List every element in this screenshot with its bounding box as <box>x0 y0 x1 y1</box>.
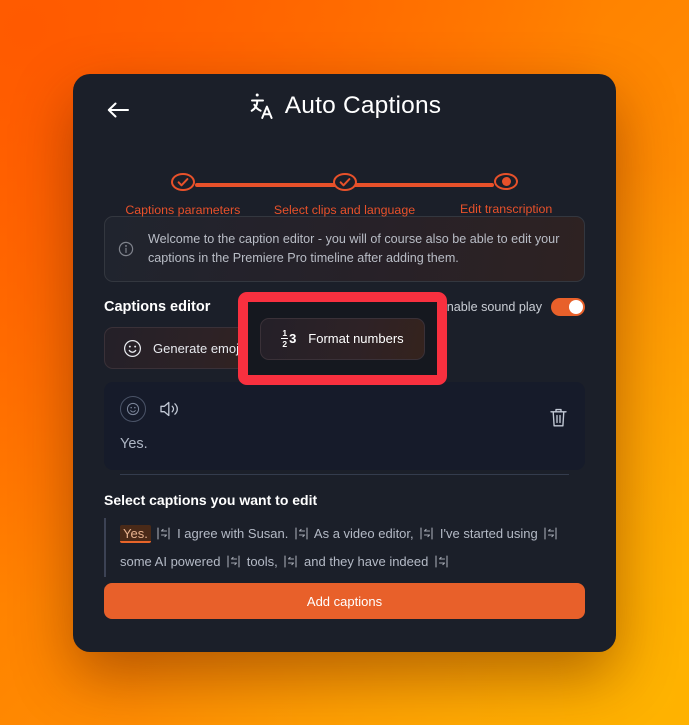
stepper-label-3: Edit transcription <box>460 202 553 216</box>
format-numbers-label: Format numbers <box>324 340 420 356</box>
auto-captions-modal: Auto Captions Captions parameters Select… <box>73 74 616 652</box>
generate-emojis-label: Generate emojis <box>153 340 249 356</box>
check-icon <box>177 178 189 187</box>
line-break-icon[interactable] <box>435 555 448 568</box>
caption-card-tools <box>120 396 569 423</box>
translate-icon <box>250 93 273 119</box>
line-break-icon[interactable] <box>227 555 240 568</box>
page-title: Auto Captions <box>284 91 442 119</box>
line-break-icon[interactable] <box>157 527 171 540</box>
stepper-label-2: Select clips and language <box>273 203 416 217</box>
sound-play-label: Enable sound play <box>438 300 542 315</box>
progress-stepper: Captions parameters Select clips and lan… <box>102 156 587 217</box>
info-banner-text: Welcome to the caption editor - you will… <box>148 232 560 266</box>
transcript-segment[interactable]: tools, <box>247 554 278 569</box>
info-icon <box>118 241 134 257</box>
speaker-icon[interactable] <box>159 399 180 419</box>
line-break-icon[interactable] <box>284 555 297 568</box>
caption-card: Yes. <box>104 382 585 476</box>
toggle-knob <box>569 300 583 315</box>
generate-emojis-button[interactable]: Generate emojis <box>104 327 268 370</box>
check-icon <box>339 178 350 187</box>
sound-play-toggle[interactable]: Enable sound play <box>438 298 585 317</box>
stepper-step-2[interactable]: Select clips and language <box>264 156 426 217</box>
select-captions-title: Select captions you want to edit <box>104 492 318 509</box>
format-numbers-button[interactable]: 123 Format numbers <box>279 327 439 370</box>
line-break-icon[interactable] <box>295 527 308 540</box>
toggle-switch[interactable] <box>551 298 585 317</box>
stepper-step-3[interactable]: Edit transcription <box>425 156 587 216</box>
add-captions-bar: Add captions <box>104 579 585 645</box>
editor-tool-row: Generate emojis 123 Format numbers <box>104 327 585 370</box>
line-break-icon[interactable] <box>420 527 433 540</box>
stepper-label-1: Captions parameters <box>125 203 241 217</box>
transcript-block[interactable]: Yes. I agree with Susan. As a video edit… <box>104 518 585 577</box>
step-complete-circle <box>332 173 357 191</box>
transcript-segment[interactable]: I agree with Susan. <box>177 526 288 541</box>
caption-card-text[interactable]: Yes. <box>120 436 569 452</box>
captions-editor-title: Captions editor <box>104 299 211 316</box>
info-banner: Welcome to the caption editor - you will… <box>104 216 585 283</box>
current-step-dot <box>501 177 511 186</box>
transcript-segment-highlighted[interactable]: Yes. <box>120 525 151 544</box>
format-numbers-icon: 123 <box>298 337 314 359</box>
transcript-segment[interactable]: As a video editor, <box>314 526 414 541</box>
stepper-step-1[interactable]: Captions parameters <box>102 156 264 217</box>
smiley-glyph-icon <box>126 403 140 416</box>
transcript-segment[interactable]: some AI powered <box>120 554 220 569</box>
modal-header: Auto Captions <box>73 74 616 146</box>
captions-editor-row: Captions editor Enable sound play <box>104 298 585 317</box>
title-group: Auto Captions <box>73 92 616 120</box>
add-captions-button[interactable]: Add captions <box>104 583 585 619</box>
step-current-circle <box>494 173 519 190</box>
transcript-segment[interactable]: and they have indeed <box>304 554 428 569</box>
step-complete-circle <box>170 173 195 191</box>
transcript-segment[interactable]: I've started using <box>440 526 538 541</box>
trash-icon[interactable] <box>549 407 568 428</box>
smiley-circle-icon[interactable] <box>120 396 146 423</box>
smiley-icon <box>123 339 142 357</box>
line-break-icon[interactable] <box>544 527 557 540</box>
caption-divider <box>120 474 569 476</box>
